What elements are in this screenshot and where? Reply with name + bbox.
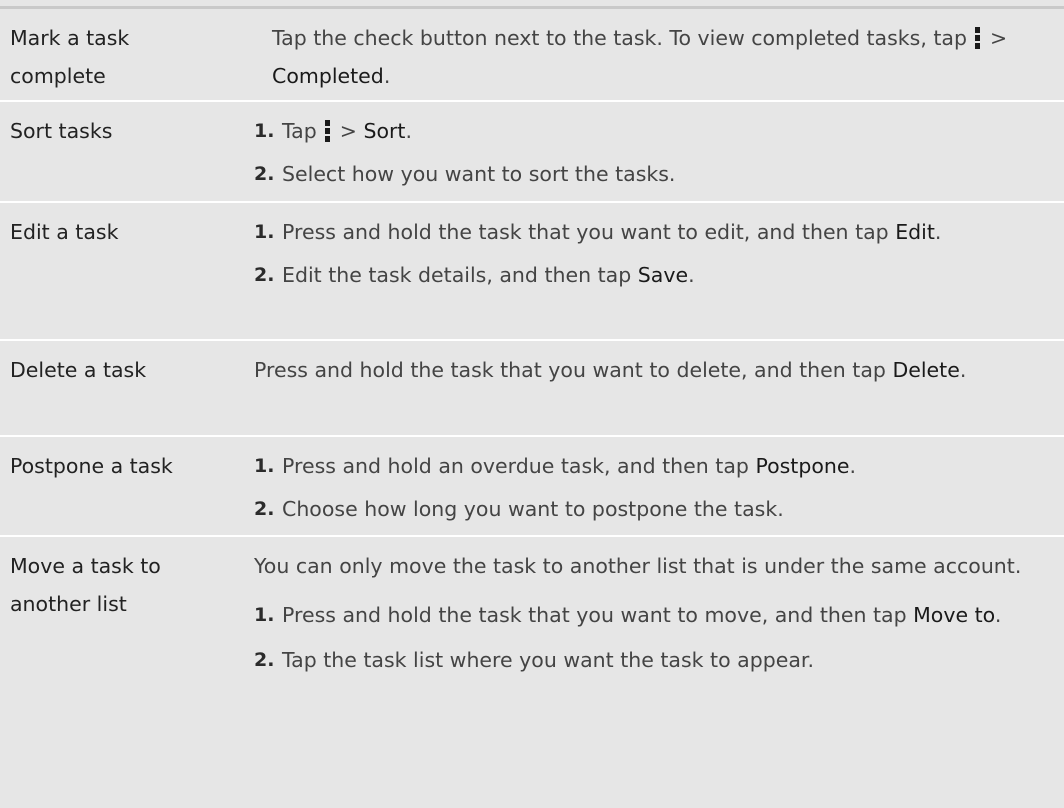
punctuation: .: [934, 220, 942, 244]
menu-item-completed: Completed: [272, 64, 384, 88]
step-number: 2.: [254, 649, 275, 671]
step-text: Press and hold the task that you want to…: [282, 603, 907, 627]
table-row-delete-task: Delete a task Press and hold the task th…: [0, 341, 1064, 437]
step-number: 1.: [254, 604, 275, 626]
punctuation: .: [405, 119, 412, 143]
step-item: 2. Select how you want to sort the tasks…: [254, 155, 1044, 193]
step-number: 1.: [254, 120, 275, 142]
row-term-line: another list: [10, 592, 127, 616]
row-description: 1. Tap > Sort. 2. Select how you want to …: [254, 112, 1044, 193]
step-number: 2.: [254, 163, 275, 185]
row-term: Postpone a task: [10, 447, 245, 485]
step-item: 1. Tap > Sort.: [254, 112, 1044, 150]
menu-separator: >: [990, 26, 1008, 50]
move-to-action: Move to: [913, 603, 995, 627]
save-action: Save: [637, 263, 689, 287]
step-text: Tap: [282, 119, 317, 143]
table-row-postpone-task: Postpone a task 1. Press and hold an ove…: [0, 437, 1064, 537]
description-text: Press and hold the task that you want to…: [254, 358, 886, 382]
table-row-edit-task: Edit a task 1. Press and hold the task t…: [0, 203, 1064, 341]
step-number: 2.: [254, 498, 275, 520]
row-term: Delete a task: [10, 351, 245, 389]
step-text: Press and hold an overdue task, and then…: [282, 454, 749, 478]
menu-item-sort: Sort: [363, 119, 406, 143]
punctuation: .: [959, 358, 967, 382]
more-vertical-icon: [324, 120, 330, 142]
row-term-line: Delete a task: [10, 358, 147, 382]
row-term-line: Mark a task: [10, 26, 130, 50]
row-description: Tap the check button next to the task. T…: [272, 19, 1052, 95]
step-text: Press and hold the task that you want to…: [282, 220, 889, 244]
punctuation: .: [849, 454, 857, 478]
step-item: 1. Press and hold the task that you want…: [254, 213, 1054, 251]
step-number: 1.: [254, 221, 275, 243]
step-item: 2. Choose how long you want to postpone …: [254, 490, 1064, 528]
menu-item-edit: Edit: [895, 220, 935, 244]
delete-action: Delete: [892, 358, 960, 382]
task-actions-table: Mark a task complete Tap the check butto…: [0, 0, 1064, 808]
row-term-line: Postpone a task: [10, 454, 173, 478]
step-text: Select how you want to sort the tasks.: [282, 162, 676, 186]
row-term: Sort tasks: [10, 112, 245, 150]
step-item: 1. Press and hold the task that you want…: [254, 596, 1054, 634]
more-vertical-icon: [975, 27, 980, 49]
table-row-mark-complete: Mark a task complete Tap the check butto…: [0, 6, 1064, 102]
step-text: Edit the task details, and then tap: [282, 263, 632, 287]
row-term: Edit a task: [10, 213, 245, 251]
table-row-sort-tasks: Sort tasks 1. Tap > Sort. 2. Select how y…: [0, 102, 1064, 203]
row-description: 1. Press and hold an overdue task, and t…: [254, 447, 1064, 528]
row-term-line: Sort tasks: [10, 119, 113, 143]
step-item: 2. Edit the task details, and then tap S…: [254, 256, 1054, 294]
row-description: You can only move the task to another li…: [254, 547, 1054, 679]
row-term-line: Edit a task: [10, 220, 119, 244]
step-item: 1. Press and hold an overdue task, and t…: [254, 447, 1064, 485]
step-number: 1.: [254, 455, 275, 477]
row-term: Mark a task complete: [10, 19, 245, 95]
step-item: 2. Tap the task list where you want the …: [254, 641, 1054, 679]
step-text: Choose how long you want to postpone the…: [282, 497, 784, 521]
description-text: Tap the check button next to the task. T…: [272, 26, 967, 50]
punctuation: .: [383, 64, 391, 88]
menu-separator: >: [339, 119, 357, 143]
row-description: Press and hold the task that you want to…: [254, 351, 1044, 389]
step-text: Tap the task list where you want the tas…: [282, 648, 814, 672]
step-number: 2.: [254, 264, 275, 286]
row-term-line: Move a task to: [10, 554, 161, 578]
row-term: Move a task to another list: [10, 547, 245, 623]
table-row-move-task: Move a task to another list You can only…: [0, 537, 1064, 808]
punctuation: .: [688, 263, 695, 287]
description-text: You can only move the task to another li…: [254, 554, 1022, 578]
postpone-action: Postpone: [755, 454, 850, 478]
row-term-line: complete: [10, 64, 106, 88]
row-description: 1. Press and hold the task that you want…: [254, 213, 1054, 294]
punctuation: .: [994, 603, 1002, 627]
